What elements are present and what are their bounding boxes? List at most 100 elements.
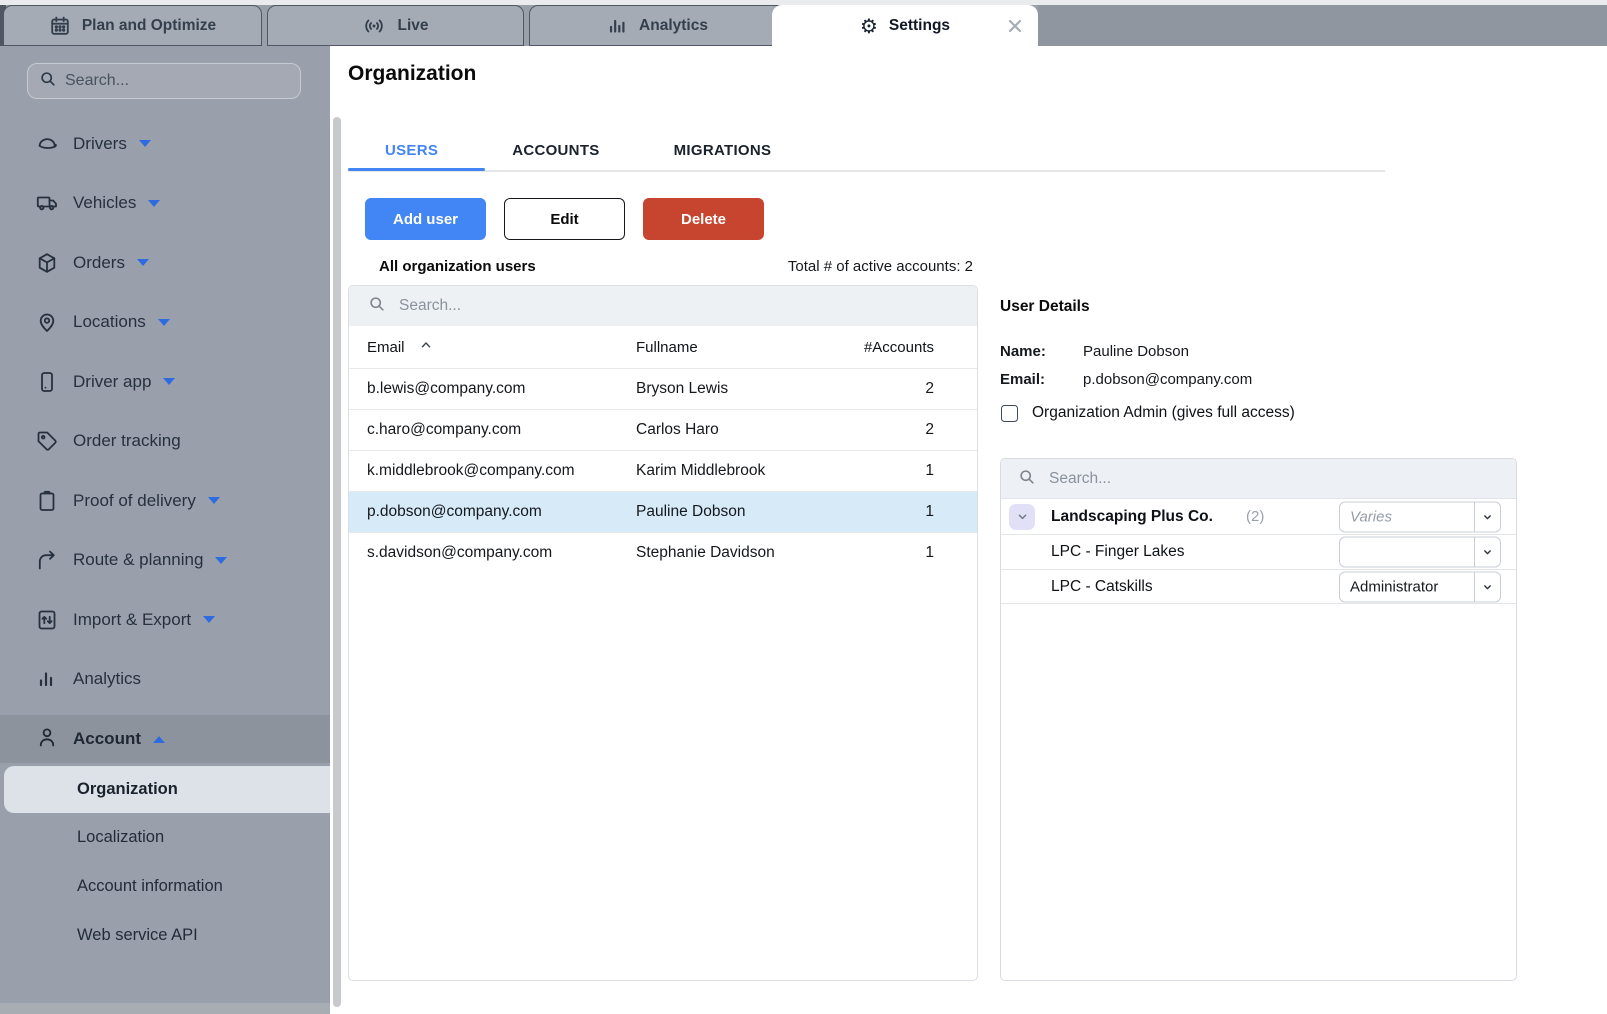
expand-collapse-icon[interactable] xyxy=(1009,504,1035,530)
org-admin-row: Organization Admin (gives full access) xyxy=(1001,404,1295,422)
chevron-up-icon xyxy=(153,736,165,743)
chevron-down-icon xyxy=(1474,572,1500,601)
column-email[interactable]: Email xyxy=(367,338,636,356)
list-title: All organization users xyxy=(379,258,536,275)
tab-accounts[interactable]: ACCOUNTS xyxy=(475,132,636,170)
table-header: Email Fullname #Accounts xyxy=(349,326,977,368)
sidebar-item-import-export[interactable]: Import & Export xyxy=(0,590,330,650)
tabs-divider xyxy=(348,170,1385,172)
column-accounts[interactable]: #Accounts xyxy=(851,339,934,356)
sidebar-item-route-planning[interactable]: Route & planning xyxy=(0,531,330,591)
sidebar-item-account[interactable]: Account xyxy=(0,715,330,763)
org-admin-checkbox[interactable] xyxy=(1001,405,1018,422)
tab-label: Analytics xyxy=(639,17,708,35)
route-arrow-icon xyxy=(35,548,59,572)
organization-tabs: USERS ACCOUNTS MIGRATIONS xyxy=(348,132,808,170)
tab-label: Settings xyxy=(889,17,950,35)
account-access-box: Landscaping Plus Co. (2) Varies LPC - Fi… xyxy=(1000,458,1517,981)
sidebar-item-drivers[interactable]: Drivers xyxy=(0,114,330,174)
import-export-icon xyxy=(35,608,59,632)
active-tab-indicator xyxy=(348,168,485,171)
table-row[interactable]: b.lewis@company.com Bryson Lewis 2 xyxy=(349,368,977,409)
delete-button[interactable]: Delete xyxy=(643,198,764,240)
tab-label: Plan and Optimize xyxy=(82,17,216,35)
account-row-parent[interactable]: Landscaping Plus Co. (2) Varies xyxy=(1001,499,1516,534)
drivers-cap-icon xyxy=(35,132,59,156)
sidebar-subitem-account-information[interactable]: Account information xyxy=(0,862,330,911)
sidebar-search[interactable] xyxy=(27,63,301,99)
sub-account-count: (2) xyxy=(1246,508,1264,525)
page-title: Organization xyxy=(348,62,476,86)
tab-settings[interactable]: ⚙ Settings xyxy=(772,5,1038,46)
account-row-child[interactable]: LPC - Finger Lakes xyxy=(1001,534,1516,569)
vertical-scrollbar[interactable] xyxy=(333,117,341,1007)
users-search[interactable] xyxy=(349,286,977,326)
settings-content-panel: Organization USERS ACCOUNTS MIGRATIONS A… xyxy=(330,46,1607,1014)
sidebar-item-orders[interactable]: Orders xyxy=(0,233,330,293)
sidebar-item-proof-of-delivery[interactable]: Proof of delivery xyxy=(0,471,330,531)
search-icon xyxy=(1017,467,1036,491)
account-row-child[interactable]: LPC - Catskills Administrator xyxy=(1001,569,1516,604)
table-row-selected[interactable]: p.dobson@company.com Pauline Dobson 1 xyxy=(349,491,977,532)
sidebar-item-driver-app[interactable]: Driver app xyxy=(0,352,330,412)
tab-live[interactable]: Live xyxy=(267,5,524,46)
sidebar-subitem-localization[interactable]: Localization xyxy=(0,813,330,862)
person-icon xyxy=(35,725,59,754)
column-fullname[interactable]: Fullname xyxy=(636,339,851,356)
sidebar-item-vehicles[interactable]: Vehicles xyxy=(0,174,330,234)
accounts-search[interactable] xyxy=(1001,459,1516,499)
chevron-down-icon xyxy=(1474,502,1500,531)
role-select[interactable]: Varies xyxy=(1339,501,1501,532)
role-select[interactable]: Administrator xyxy=(1339,571,1501,602)
gear-icon: ⚙ xyxy=(860,16,878,36)
clipboard-icon xyxy=(35,489,59,513)
package-icon xyxy=(35,251,59,275)
sidebar-subitem-organization[interactable]: Organization xyxy=(4,766,330,813)
chevron-down-icon xyxy=(137,259,149,266)
sort-ascending-icon[interactable] xyxy=(419,338,433,356)
sidebar-bottom-strip xyxy=(0,1003,330,1014)
table-row[interactable]: k.middlebrook@company.com Karim Middlebr… xyxy=(349,450,977,491)
edit-button[interactable]: Edit xyxy=(504,198,625,240)
accounts-search-input[interactable] xyxy=(1049,470,1500,488)
chevron-down-icon xyxy=(163,378,175,385)
close-icon[interactable] xyxy=(1006,17,1024,35)
tab-users[interactable]: USERS xyxy=(348,132,475,170)
detail-name: Name: Pauline Dobson xyxy=(1000,343,1189,360)
map-pin-icon xyxy=(35,310,59,334)
chevron-down-icon xyxy=(1474,538,1500,567)
chevron-down-icon xyxy=(139,140,151,147)
sidebar-subitem-web-service-api[interactable]: Web service API xyxy=(0,911,330,960)
chevron-down-icon xyxy=(148,200,160,207)
calendar-icon xyxy=(49,15,71,37)
bar-chart-icon xyxy=(606,15,628,37)
users-table: Email Fullname #Accounts b.lewis@company… xyxy=(348,285,978,981)
sidebar-item-locations[interactable]: Locations xyxy=(0,293,330,353)
search-icon xyxy=(38,69,57,93)
chevron-down-icon xyxy=(208,497,220,504)
chevron-down-icon xyxy=(215,557,227,564)
add-user-button[interactable]: Add user xyxy=(365,198,486,240)
detail-email: Email: p.dobson@company.com xyxy=(1000,371,1252,388)
table-row[interactable]: c.haro@company.com Carlos Haro 2 xyxy=(349,409,977,450)
tab-plan-and-optimize[interactable]: Plan and Optimize xyxy=(3,5,262,46)
sidebar-item-analytics[interactable]: Analytics xyxy=(0,650,330,710)
tab-label: Live xyxy=(397,17,428,35)
bar-chart-icon xyxy=(35,667,59,691)
tab-analytics[interactable]: Analytics xyxy=(529,5,785,46)
tab-migrations[interactable]: MIGRATIONS xyxy=(637,132,809,170)
table-row[interactable]: s.davidson@company.com Stephanie Davidso… xyxy=(349,532,977,573)
users-search-input[interactable] xyxy=(399,297,959,315)
sidebar: Drivers Vehicles xyxy=(0,46,330,1014)
role-select[interactable] xyxy=(1339,537,1501,568)
sidebar-item-order-tracking[interactable]: Order tracking xyxy=(0,412,330,472)
user-details-heading: User Details xyxy=(1000,298,1090,316)
chevron-down-icon xyxy=(203,616,215,623)
sidebar-search-input[interactable] xyxy=(65,72,290,90)
user-actions: Add user Edit Delete xyxy=(365,198,764,240)
phone-icon xyxy=(35,370,59,394)
live-icon xyxy=(362,15,386,37)
truck-icon xyxy=(35,191,59,215)
org-admin-label: Organization Admin (gives full access) xyxy=(1032,404,1295,422)
top-tab-bar: Plan and Optimize Live Analytics xyxy=(0,0,1607,46)
